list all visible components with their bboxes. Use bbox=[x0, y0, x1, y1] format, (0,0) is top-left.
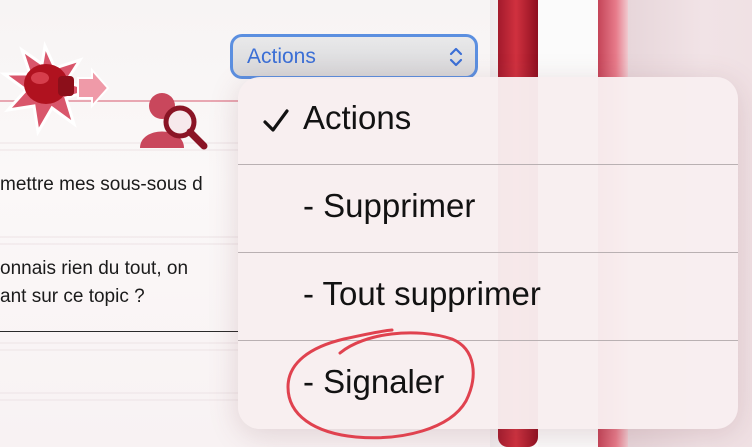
menu-item-label: - Tout supprimer bbox=[303, 275, 541, 312]
menu-item-tout-supprimer[interactable]: - Tout supprimer bbox=[238, 253, 738, 341]
post-text-line: ant sur ce topic ? bbox=[0, 286, 145, 307]
menu-item-supprimer[interactable]: - Supprimer bbox=[238, 165, 738, 253]
actions-select-label: Actions bbox=[247, 44, 316, 68]
menu-item-actions[interactable]: Actions bbox=[238, 77, 738, 165]
boxing-glove-arrow-icon[interactable] bbox=[0, 38, 110, 138]
post-divider bbox=[0, 331, 240, 332]
post-text-line: onnais rien du tout, on bbox=[0, 258, 189, 279]
menu-item-signaler[interactable]: - Signaler bbox=[238, 341, 738, 429]
checkmark-icon bbox=[263, 109, 289, 132]
menu-item-label: Actions bbox=[303, 99, 412, 136]
search-user-icon[interactable] bbox=[138, 86, 210, 154]
toolbar-icons bbox=[0, 30, 240, 150]
actions-dropdown-menu: Actions - Supprimer - Tout supprimer - S… bbox=[238, 77, 738, 429]
chevron-up-down-icon bbox=[449, 47, 463, 67]
menu-item-label: - Signaler bbox=[303, 363, 445, 400]
actions-select[interactable]: Actions bbox=[230, 34, 478, 79]
post-text-line: mettre mes sous-sous d bbox=[0, 174, 203, 195]
menu-item-label: - Supprimer bbox=[303, 187, 476, 224]
